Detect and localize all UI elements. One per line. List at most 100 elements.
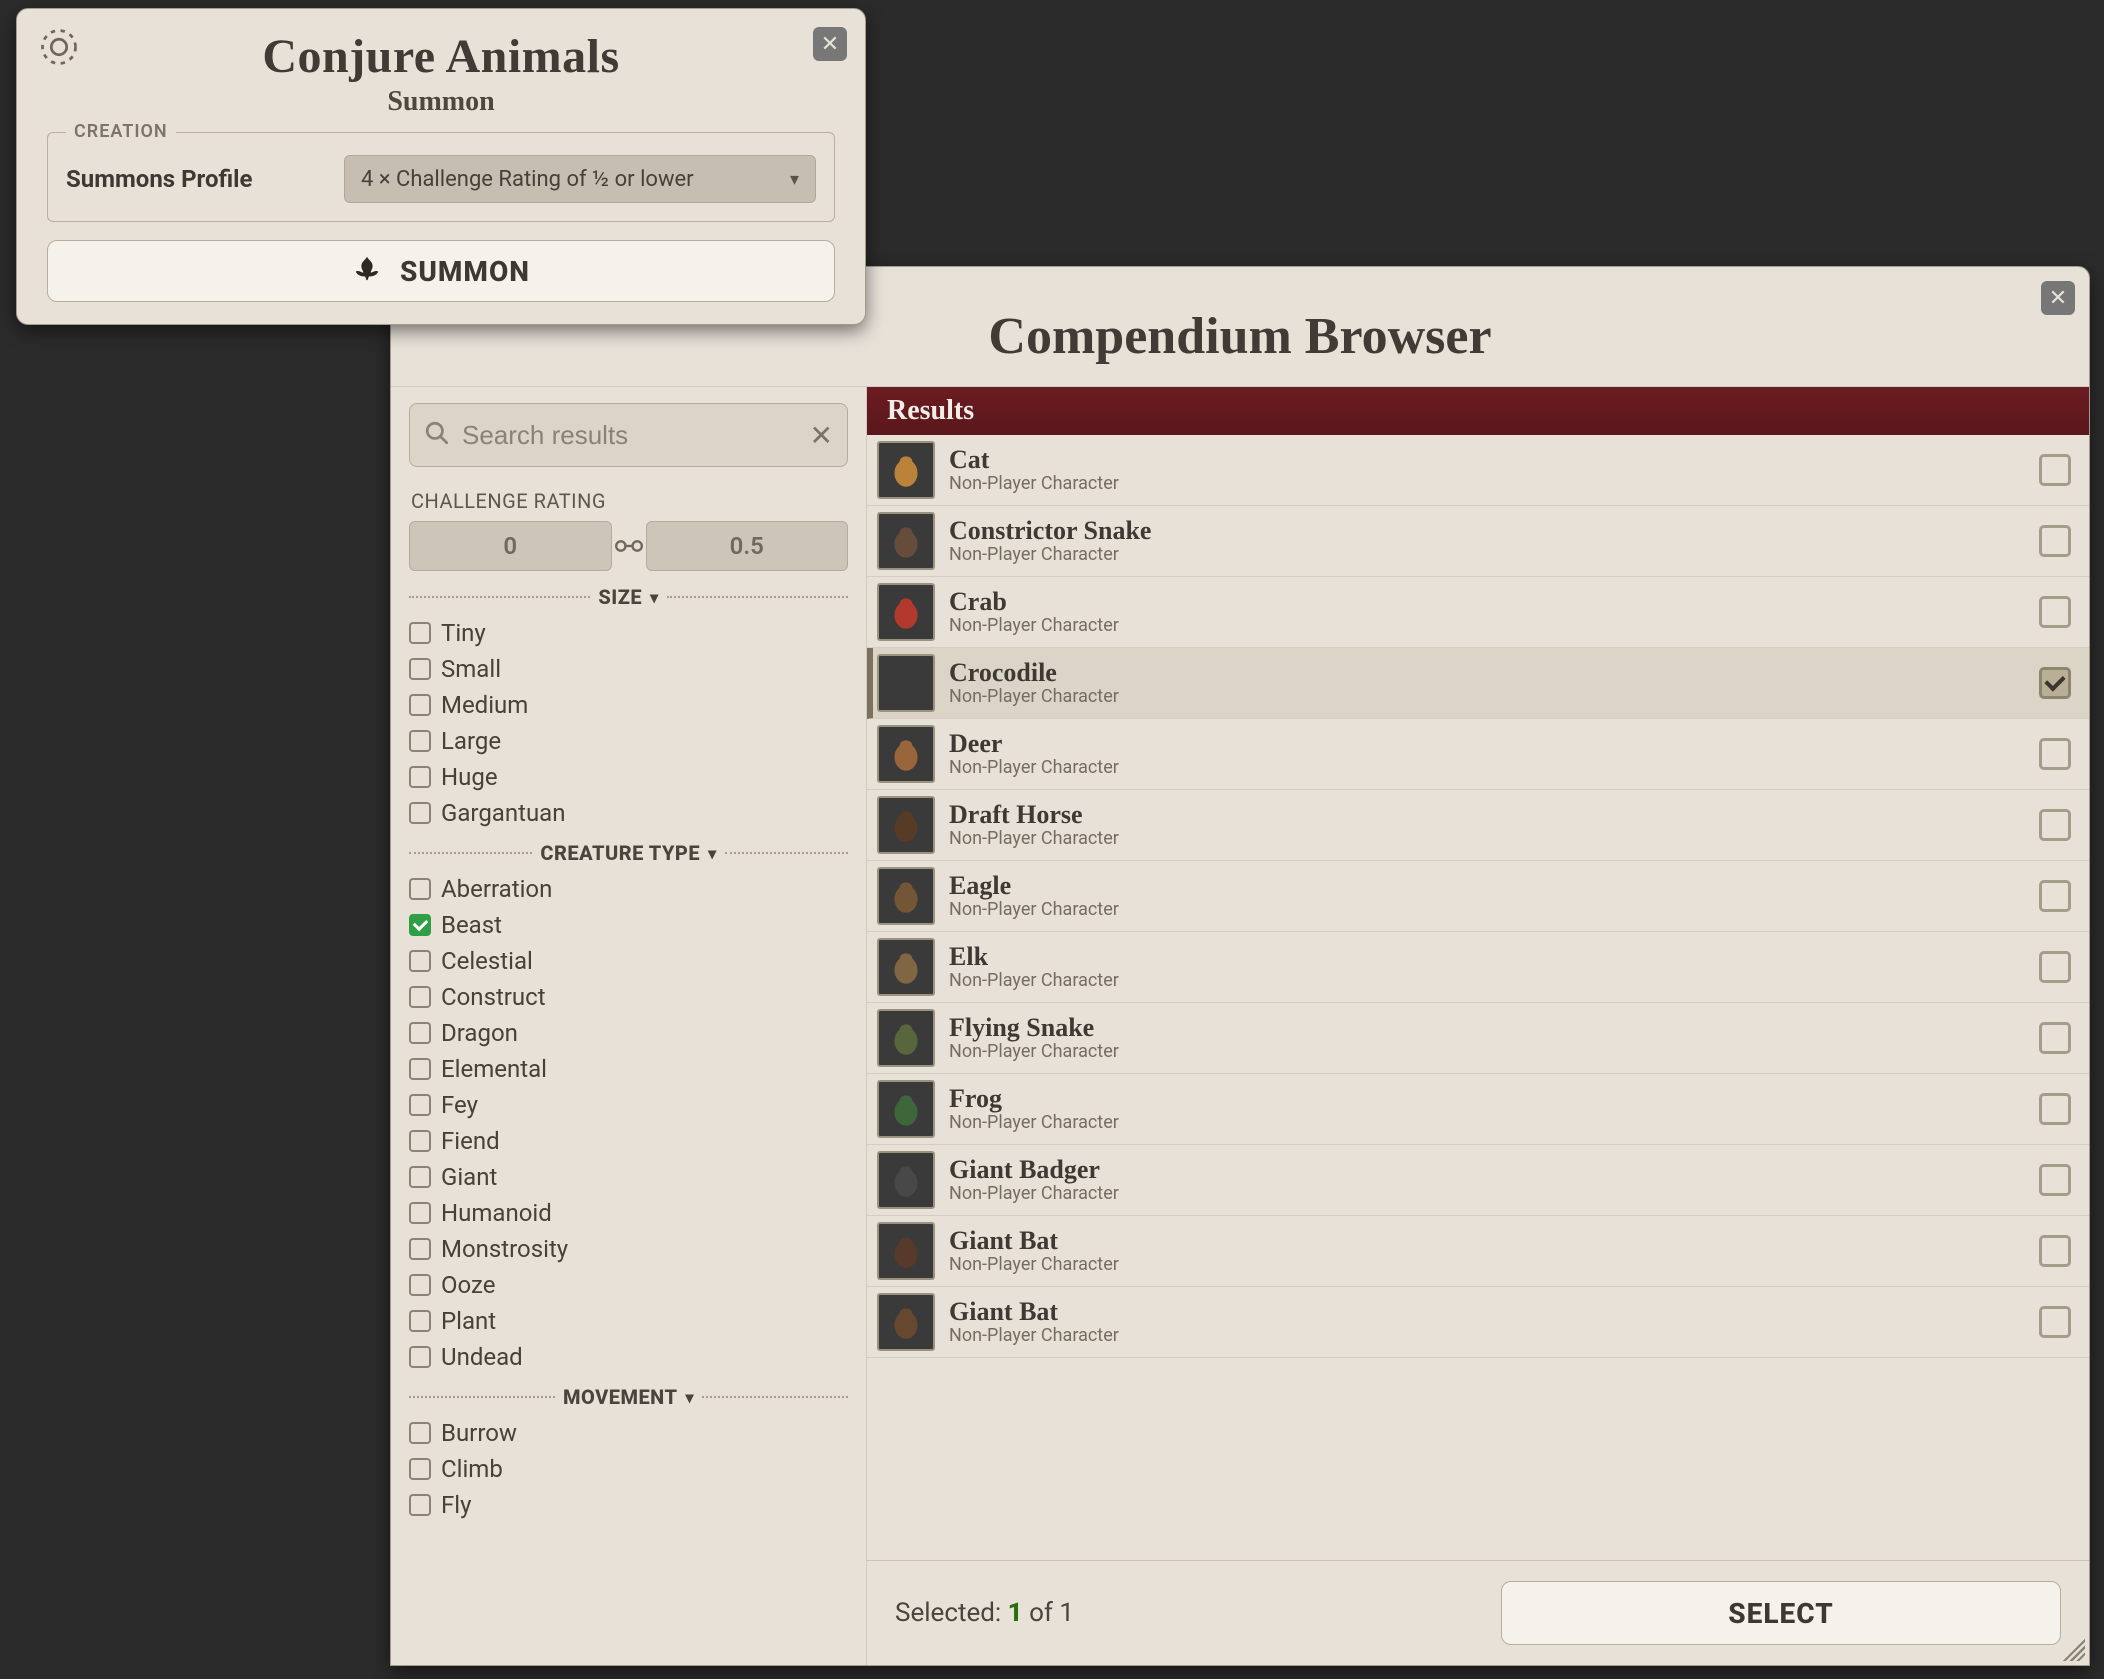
- type-filter-monstrosity[interactable]: Monstrosity: [409, 1231, 848, 1267]
- size-filter-tiny[interactable]: Tiny: [409, 615, 848, 651]
- size-group-header[interactable]: SIZE ▾: [409, 585, 848, 609]
- type-filter-ooze[interactable]: Ooze: [409, 1267, 848, 1303]
- result-row[interactable]: CrabNon-Player Character: [867, 577, 2089, 648]
- result-row[interactable]: Giant BatNon-Player Character: [867, 1216, 2089, 1287]
- result-text: CatNon-Player Character: [949, 447, 2025, 494]
- size-filter-huge[interactable]: Huge: [409, 759, 848, 795]
- results-list[interactable]: CatNon-Player CharacterConstrictor Snake…: [867, 435, 2089, 1560]
- select-creature-checkbox[interactable]: [2039, 1306, 2071, 1338]
- size-filter-medium[interactable]: Medium: [409, 687, 848, 723]
- type-filter-giant[interactable]: Giant: [409, 1159, 848, 1195]
- movement-filter-fly[interactable]: Fly: [409, 1487, 848, 1523]
- result-text: CrocodileNon-Player Character: [949, 660, 2025, 707]
- checkbox-icon: [409, 1494, 431, 1516]
- size-filter-large[interactable]: Large: [409, 723, 848, 759]
- type-filter-construct[interactable]: Construct: [409, 979, 848, 1015]
- select-creature-checkbox[interactable]: [2039, 1022, 2071, 1054]
- movement-filter-burrow[interactable]: Burrow: [409, 1415, 848, 1451]
- result-row[interactable]: Draft HorseNon-Player Character: [867, 790, 2089, 861]
- type-filter-dragon[interactable]: Dragon: [409, 1015, 848, 1051]
- type-filter-celestial[interactable]: Celestial: [409, 943, 848, 979]
- result-row[interactable]: Giant BatNon-Player Character: [867, 1287, 2089, 1358]
- select-creature-checkbox[interactable]: [2039, 880, 2071, 912]
- dialog-title: Conjure Animals: [47, 29, 835, 84]
- type-filter-fey[interactable]: Fey: [409, 1087, 848, 1123]
- creature-name: Giant Bat: [949, 1299, 2025, 1325]
- checkbox-icon: [409, 1202, 431, 1224]
- type-filter-undead[interactable]: Undead: [409, 1339, 848, 1375]
- clear-search-button[interactable]: ✕: [810, 419, 833, 452]
- select-creature-checkbox[interactable]: [2039, 454, 2071, 486]
- result-row[interactable]: EagleNon-Player Character: [867, 861, 2089, 932]
- select-creature-checkbox[interactable]: [2039, 951, 2071, 983]
- creature-name: Frog: [949, 1086, 2025, 1112]
- creature-thumbnail: [877, 654, 935, 712]
- movement-filter-list: BurrowClimb Fly: [409, 1415, 848, 1523]
- result-row[interactable]: CatNon-Player Character: [867, 435, 2089, 506]
- creature-subtitle: Non-Player Character: [949, 1325, 2025, 1346]
- select-creature-checkbox[interactable]: [2039, 1093, 2071, 1125]
- filter-sidebar[interactable]: ✕ CHALLENGE RATING 0 0.5 SIZE ▾ TinySmal…: [391, 387, 867, 1665]
- type-filter-humanoid[interactable]: Humanoid: [409, 1195, 848, 1231]
- size-filter-small[interactable]: Small: [409, 651, 848, 687]
- movement-group-header[interactable]: MOVEMENT ▾: [409, 1385, 848, 1409]
- dialog-close-button[interactable]: ✕: [813, 27, 847, 61]
- filter-label: Giant: [441, 1163, 497, 1191]
- search-input[interactable]: [462, 420, 798, 451]
- select-creature-checkbox[interactable]: [2039, 667, 2071, 699]
- result-row[interactable]: DeerNon-Player Character: [867, 719, 2089, 790]
- filter-label: Fly: [441, 1491, 471, 1519]
- compendium-close-button[interactable]: ✕: [2041, 281, 2075, 315]
- type-filter-plant[interactable]: Plant: [409, 1303, 848, 1339]
- type-filter-elemental[interactable]: Elemental: [409, 1051, 848, 1087]
- result-row[interactable]: CrocodileNon-Player Character: [867, 648, 2089, 719]
- select-creature-checkbox[interactable]: [2039, 525, 2071, 557]
- result-row[interactable]: ElkNon-Player Character: [867, 932, 2089, 1003]
- result-text: Flying SnakeNon-Player Character: [949, 1015, 2025, 1062]
- creature-name: Cat: [949, 447, 2025, 473]
- filter-label: Construct: [441, 983, 546, 1011]
- result-row[interactable]: Giant BadgerNon-Player Character: [867, 1145, 2089, 1216]
- result-row[interactable]: Constrictor SnakeNon-Player Character: [867, 506, 2089, 577]
- summons-profile-select[interactable]: 4 × Challenge Rating of ½ or lower ▾: [344, 155, 816, 203]
- checkbox-icon: [409, 950, 431, 972]
- size-filter-list: TinySmallMediumLargeHugeGargantuan: [409, 615, 848, 831]
- select-creature-checkbox[interactable]: [2039, 738, 2071, 770]
- cr-min-input[interactable]: 0: [409, 521, 612, 571]
- type-filter-aberration[interactable]: Aberration: [409, 871, 848, 907]
- select-creature-checkbox[interactable]: [2039, 1164, 2071, 1196]
- checkbox-icon: [409, 1094, 431, 1116]
- summon-button[interactable]: SUMMON: [47, 240, 835, 302]
- dialog-header: ✕ Conjure Animals Summon: [17, 9, 865, 118]
- result-text: Giant BatNon-Player Character: [949, 1228, 2025, 1275]
- search-field[interactable]: ✕: [409, 403, 848, 467]
- checkbox-icon: [409, 1130, 431, 1152]
- creature-thumbnail: [877, 583, 935, 641]
- filter-label: Celestial: [441, 947, 533, 975]
- result-text: Draft HorseNon-Player Character: [949, 802, 2025, 849]
- results-header: Results: [867, 387, 2089, 435]
- result-row[interactable]: Flying SnakeNon-Player Character: [867, 1003, 2089, 1074]
- creation-fieldset: CREATION Summons Profile 4 × Challenge R…: [47, 132, 835, 222]
- result-row[interactable]: FrogNon-Player Character: [867, 1074, 2089, 1145]
- size-filter-gargantuan[interactable]: Gargantuan: [409, 795, 848, 831]
- type-filter-beast[interactable]: Beast: [409, 907, 848, 943]
- select-creature-checkbox[interactable]: [2039, 596, 2071, 628]
- summon-creature-icon: [352, 253, 382, 290]
- type-group-header[interactable]: CREATURE TYPE ▾: [409, 841, 848, 865]
- creature-thumbnail: [877, 867, 935, 925]
- select-creature-checkbox[interactable]: [2039, 809, 2071, 841]
- select-button[interactable]: SELECT: [1501, 1581, 2061, 1645]
- type-filter-list: AberrationBeast Celestial Construct DragonE…: [409, 871, 848, 1375]
- creature-subtitle: Non-Player Character: [949, 1041, 2025, 1062]
- select-creature-checkbox[interactable]: [2039, 1235, 2071, 1267]
- dialog-gear-icon: [37, 25, 81, 69]
- cr-max-input[interactable]: 0.5: [646, 521, 849, 571]
- resize-grip[interactable]: [2057, 1633, 2085, 1661]
- creature-subtitle: Non-Player Character: [949, 1254, 2025, 1275]
- type-filter-fiend[interactable]: Fiend: [409, 1123, 848, 1159]
- checkbox-icon: [409, 1458, 431, 1480]
- creature-name: Elk: [949, 944, 2025, 970]
- movement-filter-climb[interactable]: Climb: [409, 1451, 848, 1487]
- creature-subtitle: Non-Player Character: [949, 615, 2025, 636]
